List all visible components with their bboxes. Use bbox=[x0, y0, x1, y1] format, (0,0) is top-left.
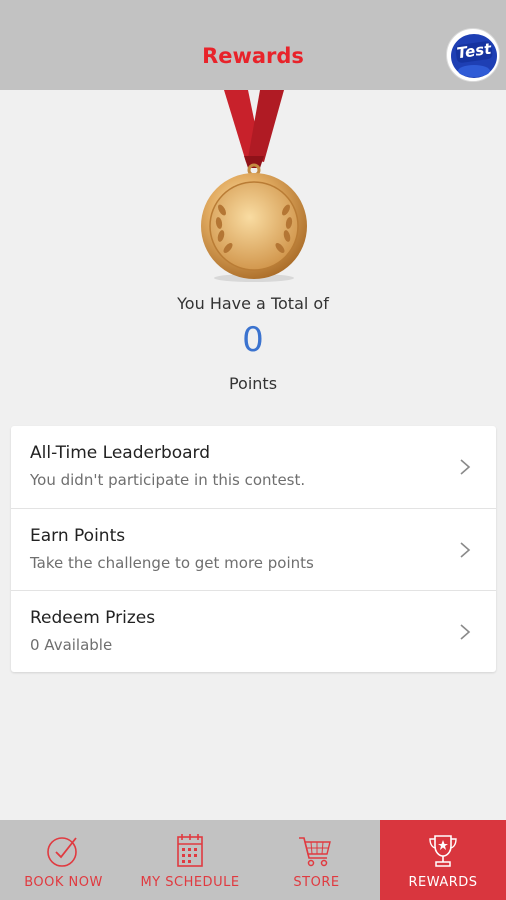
tab-rewards[interactable]: REWARDS bbox=[380, 820, 506, 900]
top-bar: Rewards Test bbox=[0, 0, 506, 90]
earn-points-subtitle: Take the challenge to get more points bbox=[30, 554, 314, 572]
leaderboard-title: All-Time Leaderboard bbox=[30, 443, 211, 463]
tab-book-now[interactable]: BOOK NOW bbox=[0, 820, 127, 900]
tab-rewards-label: REWARDS bbox=[408, 875, 478, 890]
trophy-icon bbox=[429, 835, 457, 867]
points-value: 0 bbox=[242, 320, 264, 360]
chevron-right-icon bbox=[460, 459, 471, 475]
tab-my-schedule[interactable]: MY SCHEDULE bbox=[127, 820, 253, 900]
leaderboard-subtitle: You didn't participate in this contest. bbox=[30, 471, 306, 489]
redeem-prizes-item[interactable]: Redeem Prizes 0 Available bbox=[11, 590, 496, 672]
bottom-tab-bar: BOOK NOW MY SCHEDULE STORE REWARDS bbox=[0, 820, 506, 900]
medal-icon bbox=[201, 90, 307, 282]
points-unit-label: Points bbox=[228, 374, 278, 393]
page-title: Rewards bbox=[202, 44, 304, 68]
calendar-icon bbox=[177, 834, 203, 867]
redeem-prizes-title: Redeem Prizes bbox=[30, 608, 156, 628]
points-total-label: You Have a Total of bbox=[177, 294, 329, 313]
earn-points-item[interactable]: Earn Points Take the challenge to get mo… bbox=[11, 508, 496, 590]
tab-book-now-label: BOOK NOW bbox=[24, 875, 103, 890]
avatar[interactable]: Test bbox=[446, 28, 500, 82]
tab-store[interactable]: STORE bbox=[253, 820, 380, 900]
chevron-right-icon bbox=[460, 542, 471, 558]
leaderboard-item[interactable]: All-Time Leaderboard You didn't particip… bbox=[11, 426, 496, 508]
earn-points-title: Earn Points bbox=[30, 526, 126, 546]
cart-icon bbox=[299, 837, 331, 867]
chevron-right-icon bbox=[460, 624, 471, 640]
tab-store-label: STORE bbox=[293, 875, 340, 890]
rewards-menu: All-Time Leaderboard You didn't particip… bbox=[11, 426, 496, 672]
redeem-prizes-subtitle: 0 Available bbox=[30, 636, 113, 654]
tab-my-schedule-label: MY SCHEDULE bbox=[140, 875, 240, 890]
check-circle-icon bbox=[47, 837, 77, 867]
